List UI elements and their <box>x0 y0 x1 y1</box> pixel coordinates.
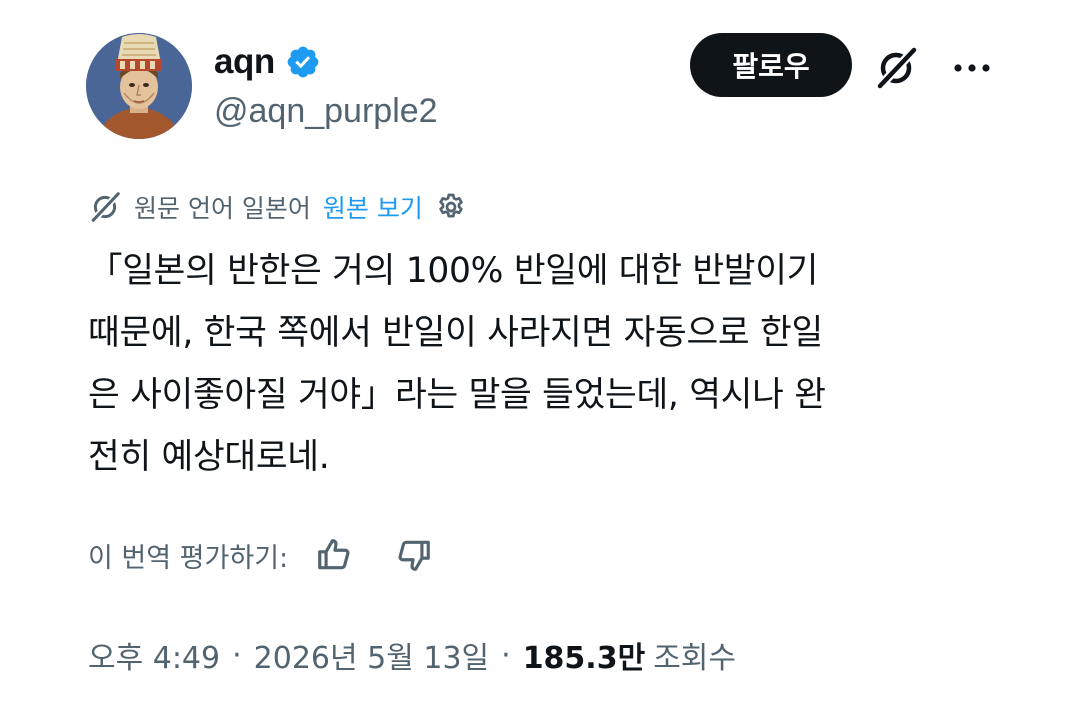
more-icon[interactable] <box>944 40 1000 96</box>
grok-translate-icon <box>88 190 122 224</box>
follow-button[interactable]: 팔로우 <box>690 33 852 97</box>
views-label: 조회수 <box>653 641 736 676</box>
thumbs-up-icon[interactable] <box>312 533 356 577</box>
grok-icon[interactable] <box>868 40 924 96</box>
show-original-link[interactable]: 원본 보기 <box>323 189 423 225</box>
handle[interactable]: @aqn_purple2 <box>214 92 438 131</box>
tweet-text-line: 「일본의 반한은 거의 100% 반일에 대한 반발이기 <box>88 251 819 291</box>
rate-translation-row: 이 번역 평가하기: <box>88 531 436 579</box>
gear-icon[interactable] <box>435 191 467 223</box>
rate-translation-label: 이 번역 평가하기: <box>88 542 289 574</box>
avatar-image <box>86 33 192 139</box>
meta-separator: · <box>501 637 511 673</box>
thumbs-down-icon[interactable] <box>392 533 436 577</box>
views-count[interactable]: 185.3만 <box>523 633 646 677</box>
tweet-text-line: 전히 예상대로네. <box>88 437 330 477</box>
meta-separator: · <box>232 637 242 673</box>
display-name[interactable]: aqn <box>214 42 275 82</box>
translation-bar: 원문 언어 일본어 원본 보기 <box>88 186 467 228</box>
tweet-time[interactable]: 오후 4:49 <box>88 633 220 677</box>
author-name-row: aqn <box>214 38 321 86</box>
translation-source-note: 원문 언어 일본어 <box>134 194 311 223</box>
tweet-meta: 오후 4:49 · 2026년 5월 13일 · 185.3만 조회수 <box>88 630 736 680</box>
tweet-text-line: 때문에, 한국 쪽에서 반일이 사라지면 자동으로 한일 <box>88 313 823 353</box>
tweet-date[interactable]: 2026년 5월 13일 <box>254 633 489 677</box>
avatar[interactable] <box>86 33 192 139</box>
tweet-text-line: 은 사이좋아질 거야」라는 말을 들었는데, 역시나 완 <box>88 375 826 415</box>
verified-badge-icon[interactable] <box>285 44 321 80</box>
tweet-text: 「일본의 반한은 거의 100% 반일에 대한 반발이기 때문에, 한국 쪽에서… <box>88 240 988 488</box>
